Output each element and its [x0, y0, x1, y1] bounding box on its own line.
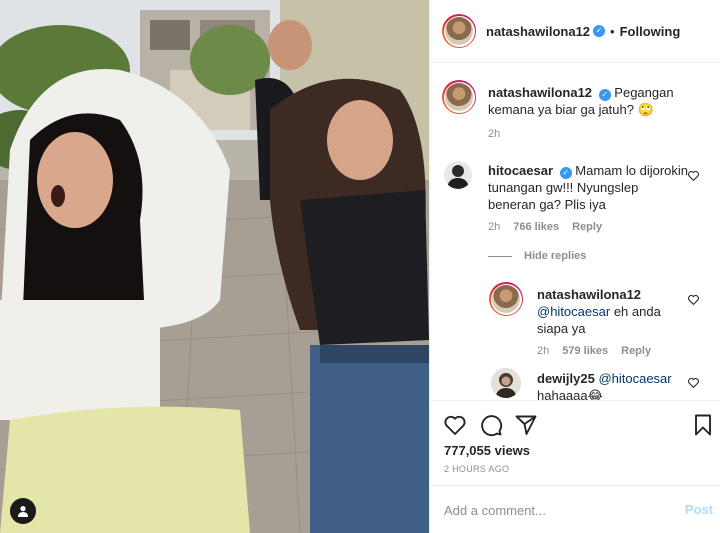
paper-plane-icon[interactable] — [514, 413, 538, 437]
comment: hitocaesar ✓ Mamam lo dijorokin tunangan… — [488, 162, 688, 213]
heart-icon[interactable] — [443, 413, 467, 437]
comment-likes[interactable]: 766 likes — [513, 221, 559, 233]
avatar-photo — [491, 368, 521, 398]
video-frame — [0, 0, 429, 533]
reply-reply-button[interactable]: Reply — [621, 345, 651, 357]
verified-badge-icon: ✓ — [559, 167, 572, 179]
comment-meta: 2h 766 likes Reply — [488, 221, 602, 233]
hide-replies-line — [488, 255, 512, 257]
header-avatar[interactable] — [442, 14, 476, 48]
comment-username[interactable]: hitocaesar — [488, 163, 553, 178]
caption-time[interactable]: 2h — [488, 128, 500, 140]
bookmark-icon[interactable] — [691, 413, 715, 437]
commenter-avatar[interactable] — [444, 161, 472, 189]
comments-list[interactable]: natashawilona12 ✓ Pegangan kemana ya bia… — [430, 64, 720, 400]
avatar-photo — [447, 165, 469, 189]
reply-avatar[interactable] — [491, 368, 521, 398]
comment-input[interactable] — [444, 500, 664, 520]
reply-meta: 2h 579 likes Reply — [537, 345, 651, 357]
small-heart-icon[interactable] — [687, 376, 700, 389]
verified-badge-icon: ✓ — [593, 25, 606, 37]
caption-meta: 2h — [488, 128, 500, 140]
reply-username[interactable]: dewijly25 — [537, 371, 595, 386]
hide-replies-button[interactable]: Hide replies — [488, 250, 586, 262]
caption-username[interactable]: natashawilona12 — [488, 85, 592, 100]
post-sidebar: natashawilona12 ✓ • Following natashawil… — [429, 0, 720, 533]
post-timestamp[interactable]: 2 HOURS AGO — [444, 464, 509, 474]
post-button[interactable]: Post — [685, 502, 713, 517]
following-button[interactable]: Following — [620, 24, 681, 39]
verified-badge-icon: ✓ — [598, 89, 611, 101]
hide-replies-label: Hide replies — [524, 250, 587, 262]
header-separator: • — [610, 23, 615, 39]
post-actions: 777,055 views 2 HOURS AGO — [430, 400, 720, 485]
reply-mention[interactable]: @hitocaesar — [537, 304, 610, 319]
comment-icon[interactable] — [479, 413, 503, 437]
reply-text: hahaaaa😂 — [537, 388, 603, 400]
reply: natashawilona12 @hitocaesar eh anda siap… — [537, 286, 679, 337]
reply-mention[interactable]: @hitocaesar — [598, 371, 671, 386]
header-username[interactable]: natashawilona12 — [486, 24, 590, 39]
caption-avatar[interactable] — [442, 80, 476, 114]
add-comment-bar: Post — [430, 485, 720, 533]
reply: dewijly25 @hitocaesar hahaaaa😂 — [537, 370, 685, 400]
reply-avatar[interactable] — [489, 282, 523, 316]
comment-reply-button[interactable]: Reply — [572, 221, 602, 233]
post-video[interactable] — [0, 0, 429, 533]
reply-likes[interactable]: 579 likes — [562, 345, 608, 357]
small-heart-icon[interactable] — [687, 293, 700, 306]
caption: natashawilona12 ✓ Pegangan kemana ya bia… — [488, 84, 708, 118]
reply-username[interactable]: natashawilona12 — [537, 287, 641, 302]
reply-time[interactable]: 2h — [537, 345, 549, 357]
user-tag-button[interactable] — [10, 498, 36, 524]
post-header: natashawilona12 ✓ • Following — [430, 0, 720, 63]
views-count[interactable]: 777,055 views — [444, 443, 530, 458]
comment-time[interactable]: 2h — [488, 221, 500, 233]
user-tag-icon — [18, 506, 28, 517]
small-heart-icon[interactable] — [687, 169, 700, 182]
